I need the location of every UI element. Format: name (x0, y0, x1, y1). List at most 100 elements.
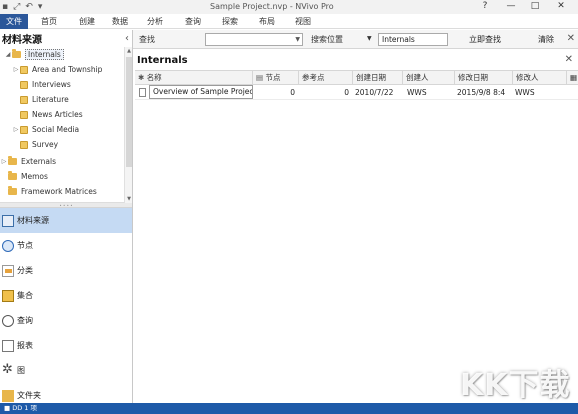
column-header-created-by[interactable]: 创建人 (403, 71, 455, 85)
tree-item-area-and-township[interactable]: ▷ Area and Township (12, 62, 103, 77)
tab-explore[interactable]: 探索 (212, 14, 248, 29)
column-header-created-on[interactable]: 创建日期 (353, 71, 403, 85)
nodes-column-icon: ▤ (256, 73, 264, 82)
close-content-icon[interactable]: ✕ (565, 54, 573, 65)
tree-item-interviews[interactable]: Interviews (12, 77, 71, 92)
tab-query[interactable]: 查询 (174, 14, 212, 29)
column-header-references[interactable]: 参考点 (299, 71, 353, 85)
folder-icon (20, 110, 28, 119)
help-button[interactable]: ? (474, 0, 496, 14)
table-row[interactable]: Overview of Sample Projec 0 0 2010/7/22 … (135, 85, 578, 100)
tree-item-internals[interactable]: ◢ Internals (4, 47, 64, 62)
nav-item-sources[interactable]: 材料来源 (0, 208, 132, 233)
nav-item-label: 报表 (17, 341, 33, 350)
look-for-label: 查找 (139, 35, 155, 44)
folder-icon (20, 80, 28, 89)
nav-item-label: 材料来源 (17, 216, 49, 225)
document-icon (139, 88, 146, 97)
tree-item-label: Memos (21, 172, 48, 181)
maximize-button[interactable]: □ (524, 0, 546, 14)
watermark: KK下载 (460, 368, 571, 403)
scroll-down-icon[interactable]: ▼ (125, 195, 133, 203)
navigation-header: 材料来源 ‹ (0, 30, 132, 47)
folder-icon (8, 171, 17, 180)
chevron-down-icon[interactable]: ▼ (295, 34, 300, 45)
collections-icon (2, 289, 14, 302)
nav-item-nodes[interactable]: 节点 (0, 233, 132, 258)
tree-item-memos[interactable]: Memos (0, 169, 48, 184)
nav-item-queries[interactable]: 查询 (0, 308, 132, 333)
tree-item-label: Literature (32, 95, 69, 104)
tree-item-label: Social Media (32, 125, 80, 134)
maps-icon (2, 362, 14, 377)
nav-item-reports[interactable]: 报表 (0, 333, 132, 358)
tree-item-framework-matrices[interactable]: Framework Matrices (0, 184, 97, 199)
scrollbar-thumb[interactable] (126, 57, 132, 167)
nav-item-classifications[interactable]: 分类 (0, 258, 132, 283)
tree-item-survey[interactable]: Survey (12, 137, 58, 152)
folder-icon (12, 49, 21, 58)
window-title: Sample Project.nvp - NVivo Pro (210, 2, 334, 11)
tab-analyze[interactable]: 分析 (136, 14, 174, 29)
undo-icon[interactable]: ↶ (25, 1, 33, 13)
column-header-label: 名称 (146, 73, 162, 82)
pin-icon: ✱ (138, 73, 145, 82)
tab-data[interactable]: 数据 (104, 14, 136, 29)
close-find-icon[interactable]: ✕ (567, 33, 575, 44)
scroll-up-icon[interactable]: ▲ (125, 47, 133, 55)
edit-icon[interactable]: ⤢ (13, 1, 20, 13)
tree-item-label: Framework Matrices (21, 187, 97, 196)
tree-item-news-articles[interactable]: News Articles (12, 107, 83, 122)
column-header-nodes[interactable]: ▤ 节点 (253, 71, 299, 85)
find-now-button[interactable]: 立即查找 (469, 34, 501, 45)
tree-item-label: Interviews (32, 80, 71, 89)
expand-arrow-icon[interactable]: ▷ (0, 158, 8, 165)
expand-arrow-icon[interactable]: ▷ (12, 126, 20, 133)
cell-references: 0 (344, 88, 349, 97)
queries-icon (2, 314, 14, 327)
expand-arrow-icon[interactable]: ▷ (12, 66, 20, 73)
close-window-button[interactable]: ✕ (550, 0, 572, 14)
search-in-dropdown-icon[interactable]: ▼ (367, 35, 372, 42)
tree-item-label: Internals (25, 49, 64, 60)
tree-item-social-media[interactable]: ▷ Social Media (12, 122, 79, 137)
tab-file[interactable]: 文件 (0, 14, 28, 29)
quick-access-toolbar: ▪ ⤢ ↶ ▾ (2, 1, 42, 13)
folder-icon (8, 156, 17, 165)
folder-icon (20, 65, 28, 74)
tab-create[interactable]: 创建 (70, 14, 104, 29)
nav-item-label: 集合 (17, 291, 33, 300)
items-table: ✱ 名称 ▤ 节点 参考点 创建日期 创建人 修改日期 修改人 ▦ Overvi… (135, 70, 578, 100)
cell-modified-by: WWS (515, 88, 535, 97)
nav-item-label: 图 (17, 366, 25, 375)
column-header-modified-on[interactable]: 修改日期 (455, 71, 513, 85)
customize-dropdown-icon[interactable]: ▾ (38, 1, 43, 13)
search-in-field[interactable]: Internals (378, 33, 448, 46)
tree-item-externals[interactable]: ▷ Externals (0, 154, 56, 169)
tree-scrollbar[interactable]: ▲ ▼ (124, 47, 132, 203)
column-header-name[interactable]: ✱ 名称 (135, 71, 253, 85)
tree-item-label: Externals (21, 157, 57, 166)
table-header: ✱ 名称 ▤ 节点 参考点 创建日期 创建人 修改日期 修改人 ▦ (135, 70, 578, 85)
classifications-icon (2, 264, 14, 277)
look-for-input[interactable]: ▼ (205, 33, 303, 46)
save-icon[interactable]: ▪ (2, 1, 8, 13)
tab-home[interactable]: 首页 (28, 14, 70, 29)
status-bar: ■ DD 1 项 (0, 403, 578, 414)
expand-arrow-icon[interactable]: ◢ (4, 51, 12, 58)
nav-item-label: 查询 (17, 316, 33, 325)
tab-view[interactable]: 视图 (286, 14, 320, 29)
nav-item-maps[interactable]: 图 (0, 358, 132, 383)
tab-layout[interactable]: 布局 (248, 14, 286, 29)
clear-button[interactable]: 清除 (538, 34, 554, 45)
cell-created-on: 2010/7/22 (355, 88, 394, 97)
cell-name[interactable]: Overview of Sample Projec (149, 85, 253, 99)
column-chooser-icon[interactable]: ▦ (567, 71, 578, 85)
nav-item-collections[interactable]: 集合 (0, 283, 132, 308)
collapse-pane-icon[interactable]: ‹ (125, 33, 129, 44)
minimize-button[interactable]: — (500, 0, 522, 14)
column-header-modified-by[interactable]: 修改人 (513, 71, 567, 85)
nodes-icon (2, 239, 14, 252)
tree-item-literature[interactable]: Literature (12, 92, 69, 107)
column-header-label: 节点 (265, 73, 281, 82)
